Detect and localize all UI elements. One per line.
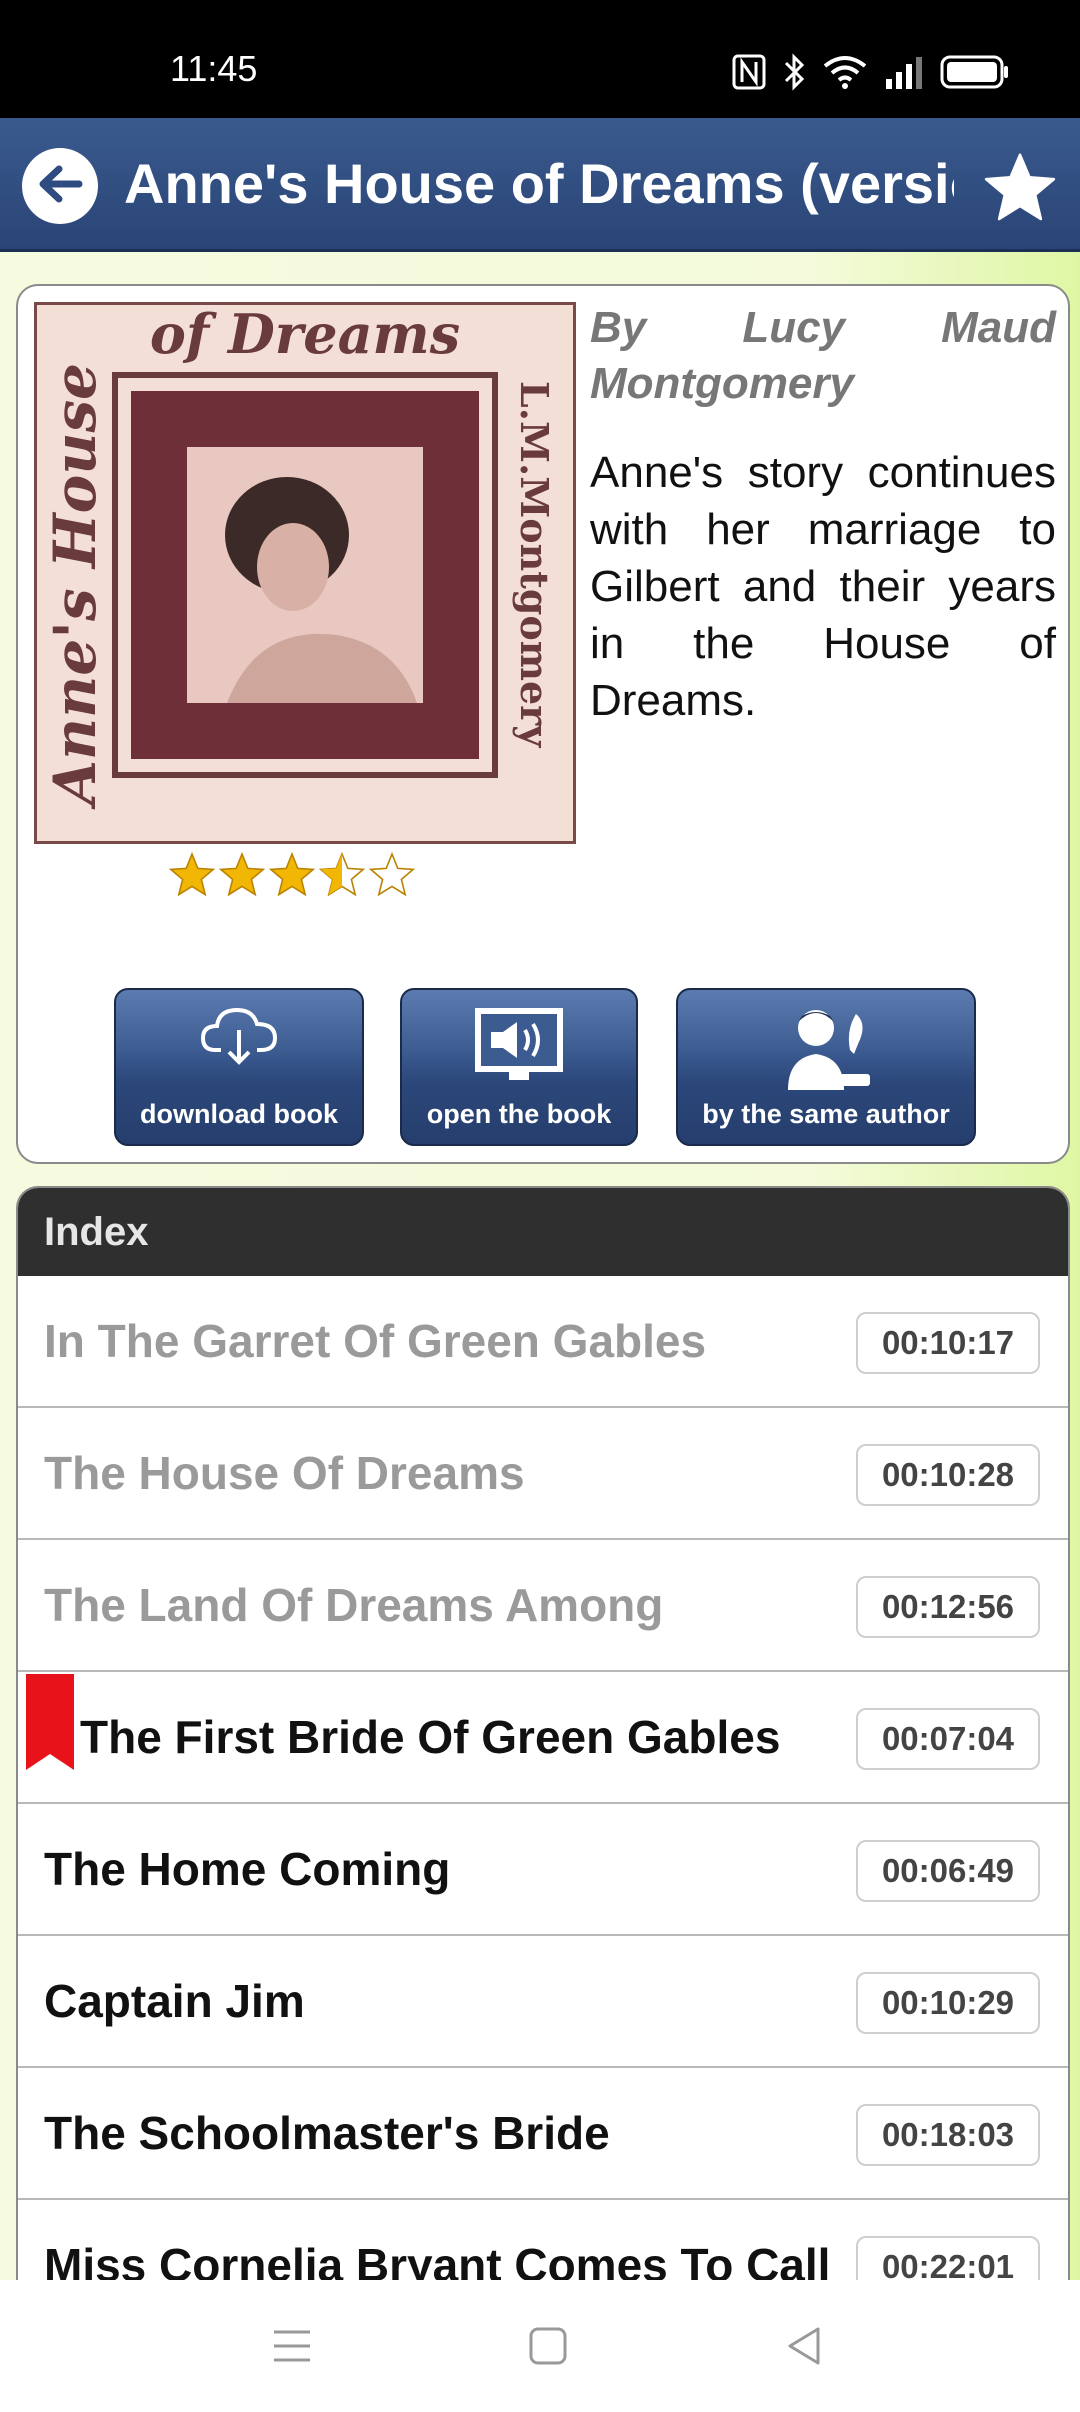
chapter-row[interactable]: The House Of Dreams 00:10:28	[18, 1408, 1068, 1540]
system-nav-bar	[0, 2280, 1080, 2412]
back-arrow-icon	[37, 164, 83, 209]
chapter-title: The First Bride Of Green Gables	[80, 1711, 781, 1763]
back-button[interactable]	[22, 148, 98, 224]
open-book-label: open the book	[426, 1099, 612, 1129]
chapter-duration: 00:18:03	[856, 2104, 1040, 2166]
page-title: Anne's House of Dreams (version 2)	[124, 152, 954, 215]
chapter-row[interactable]: The Home Coming 00:06:49	[18, 1804, 1068, 1936]
cover-author-right: L.M.Montgomery	[512, 381, 557, 748]
chapter-title: In The Garret Of Green Gables	[44, 1315, 707, 1367]
chapter-row[interactable]: The First Bride Of Green Gables 00:07:04	[18, 1672, 1068, 1804]
chapter-row[interactable]: The Schoolmaster's Bride 00:18:03	[18, 2068, 1068, 2200]
chapter-row[interactable]: Captain Jim 00:10:29	[18, 1936, 1068, 2068]
chapter-index: Index In The Garret Of Green Gables 00:1…	[16, 1186, 1070, 2346]
nfc-icon	[732, 54, 766, 90]
home-icon[interactable]	[526, 2324, 570, 2373]
chapter-duration: 00:10:29	[856, 1972, 1040, 2034]
status-bar: 11:45	[0, 0, 1080, 118]
status-time: 11:45	[170, 48, 258, 89]
same-author-label: by the same author	[702, 1099, 950, 1129]
chapter-title: The Home Coming	[44, 1843, 451, 1895]
chapter-row[interactable]: The Land Of Dreams Among 00:12:56	[18, 1540, 1068, 1672]
chapter-duration: 00:06:49	[856, 1840, 1040, 1902]
book-card: of Dreams Anne's House L.M.Montgomery By…	[16, 284, 1070, 1164]
menu-icon[interactable]	[270, 2324, 314, 2373]
favorite-button[interactable]	[982, 150, 1058, 226]
chapter-title: Captain Jim	[44, 1975, 305, 2027]
bookmark-icon	[26, 1674, 74, 1775]
cover-title-left: Anne's House	[41, 363, 109, 810]
wifi-icon	[822, 54, 868, 90]
book-cover[interactable]: of Dreams Anne's House L.M.Montgomery	[34, 302, 576, 844]
chapter-duration: 00:10:17	[856, 1312, 1040, 1374]
star-full-icon	[218, 851, 266, 903]
star-full-icon	[268, 851, 316, 903]
star-full-icon	[168, 851, 216, 903]
chapter-duration: 00:10:28	[856, 1444, 1040, 1506]
chapter-row[interactable]: In The Garret Of Green Gables 00:10:17	[18, 1276, 1068, 1408]
index-header: Index	[18, 1188, 1068, 1276]
chapter-title: The House Of Dreams	[44, 1447, 525, 1499]
chapter-title: The Schoolmaster's Bride	[44, 2107, 610, 2159]
chapter-duration: 00:12:56	[856, 1576, 1040, 1638]
author-line-2: Montgomery	[590, 359, 854, 408]
status-icons	[732, 52, 1010, 92]
book-cover-art: of Dreams Anne's House L.M.Montgomery	[37, 302, 573, 841]
book-description: Anne's story continues with her marriage…	[590, 448, 1056, 725]
star-half-icon	[318, 851, 366, 903]
cover-title-top: of Dreams	[150, 305, 460, 366]
bluetooth-icon	[782, 53, 806, 91]
battery-icon	[940, 55, 1010, 89]
signal-icon	[884, 55, 924, 89]
open-book-button[interactable]: open the book	[400, 988, 638, 1146]
audio-book-icon	[469, 1004, 569, 1091]
download-book-button[interactable]: download book	[114, 988, 364, 1146]
app-bar: Anne's House of Dreams (version 2)	[0, 118, 1080, 252]
chapter-duration: 00:07:04	[856, 1708, 1040, 1770]
cloud-download-icon	[199, 1004, 279, 1075]
rating-stars	[168, 851, 416, 903]
same-author-button[interactable]: by the same author	[676, 988, 976, 1146]
chapter-title: The Land Of Dreams Among	[44, 1579, 664, 1631]
star-empty-icon	[368, 851, 416, 903]
star-icon	[982, 153, 1058, 230]
download-book-label: download book	[140, 1099, 338, 1129]
back-icon[interactable]	[782, 2324, 826, 2373]
book-author[interactable]: By Lucy Maud Montgomery	[590, 300, 1056, 412]
author-icon	[776, 1004, 876, 1101]
author-line-1: By Lucy Maud	[590, 303, 1056, 352]
